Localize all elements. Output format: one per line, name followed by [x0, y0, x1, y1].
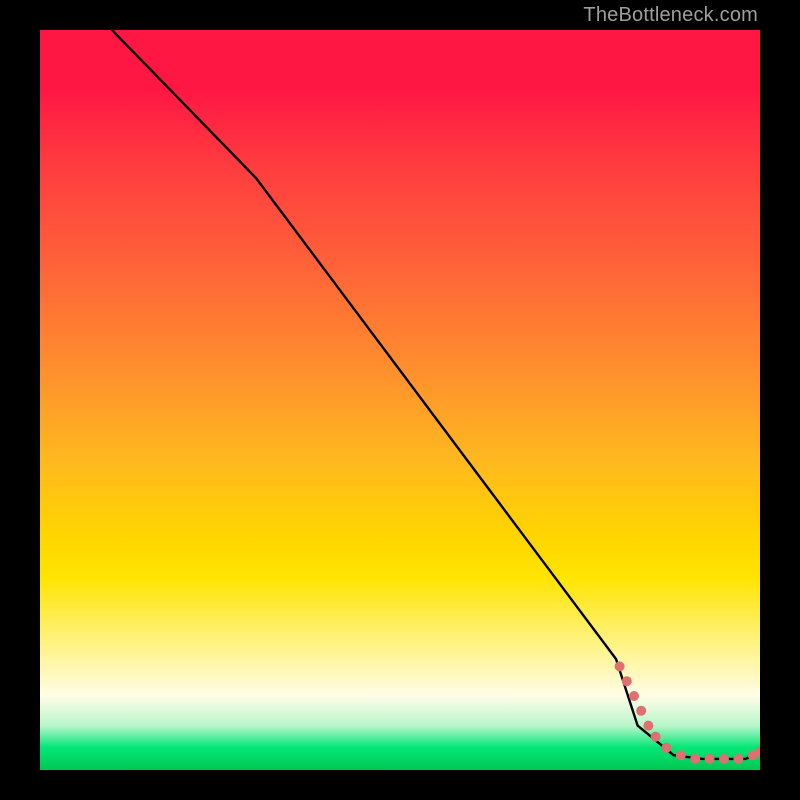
- plot-area: [40, 30, 760, 770]
- highlight-dot: [651, 732, 661, 742]
- highlight-dot: [705, 754, 715, 764]
- highlight-dot: [676, 750, 686, 760]
- bottleneck-curve: [112, 30, 760, 759]
- highlight-dot: [719, 754, 729, 764]
- highlight-dot: [622, 676, 632, 686]
- highlight-dot: [733, 754, 743, 764]
- chart-frame: TheBottleneck.com: [0, 0, 800, 800]
- highlight-dots: [615, 661, 760, 764]
- highlight-dot: [615, 661, 625, 671]
- highlight-dot: [690, 754, 700, 764]
- attribution-label: TheBottleneck.com: [583, 4, 758, 27]
- highlight-dot: [636, 706, 646, 716]
- chart-overlay: [40, 30, 760, 770]
- highlight-dot: [661, 743, 671, 753]
- highlight-dot: [643, 721, 653, 731]
- highlight-dot: [629, 691, 639, 701]
